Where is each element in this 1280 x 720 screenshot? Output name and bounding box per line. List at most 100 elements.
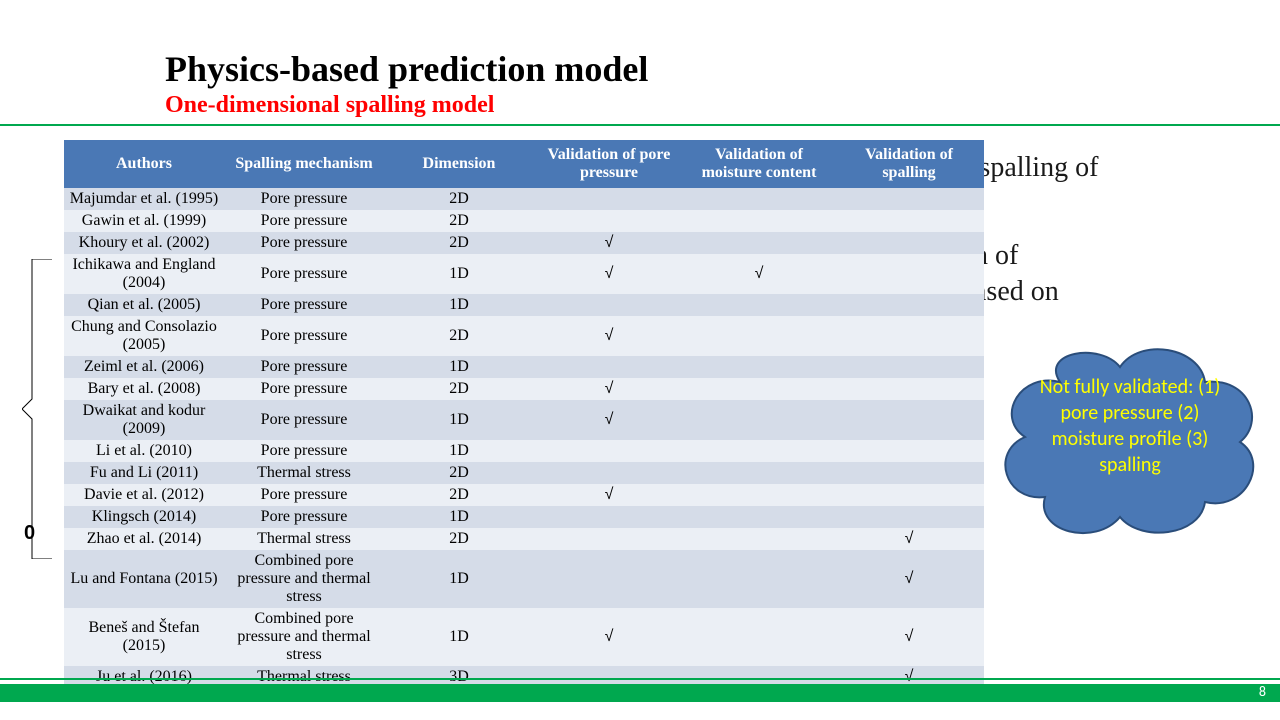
cell-dimension: 2D [384, 232, 534, 254]
cell-vmc [684, 484, 834, 506]
table-header-row: Authors Spalling mechanism Dimension Val… [64, 140, 984, 188]
cell-vpp [534, 462, 684, 484]
cell-vpp: √ [534, 400, 684, 440]
cell-vs [834, 188, 984, 210]
cell-authors: Gawin et al. (1999) [64, 210, 224, 232]
cell-vmc [684, 440, 834, 462]
cell-authors: Lu and Fontana (2015) [64, 550, 224, 608]
cell-vmc [684, 608, 834, 666]
cell-mechanism: Pore pressure [224, 378, 384, 400]
table-row: Zeiml et al. (2006)Pore pressure1D [64, 356, 984, 378]
cell-vs [834, 316, 984, 356]
cell-vpp: √ [534, 316, 684, 356]
cell-mechanism: Pore pressure [224, 484, 384, 506]
cell-authors: Bary et al. (2008) [64, 378, 224, 400]
cell-dimension: 1D [384, 400, 534, 440]
cell-vpp: √ [534, 254, 684, 294]
cell-vpp [534, 506, 684, 528]
models-table: Authors Spalling mechanism Dimension Val… [64, 140, 984, 688]
slide: Physics-based prediction model One-dimen… [0, 0, 1280, 720]
table-row: Khoury et al. (2002)Pore pressure2D√ [64, 232, 984, 254]
cell-vmc [684, 188, 834, 210]
table-row: Ichikawa and England (2004)Pore pressure… [64, 254, 984, 294]
cell-dimension: 2D [384, 528, 534, 550]
th-mechanism: Spalling mechanism [224, 140, 384, 188]
cell-vpp [534, 440, 684, 462]
cell-vs [834, 378, 984, 400]
cell-vs: √ [834, 550, 984, 608]
table-row: Zhao et al. (2014)Thermal stress2D √ [64, 528, 984, 550]
table-row: Fu and Li (2011)Thermal stress2D [64, 462, 984, 484]
cell-mechanism: Pore pressure [224, 210, 384, 232]
cell-authors: Zhao et al. (2014) [64, 528, 224, 550]
cell-dimension: 1D [384, 356, 534, 378]
table-row: Majumdar et al. (1995)Pore pressure2D [64, 188, 984, 210]
cell-authors: Majumdar et al. (1995) [64, 188, 224, 210]
cell-authors: Khoury et al. (2002) [64, 232, 224, 254]
cell-authors: Chung and Consolazio (2005) [64, 316, 224, 356]
cell-authors: Dwaikat and kodur (2009) [64, 400, 224, 440]
cell-dimension: 1D [384, 608, 534, 666]
models-table-wrap: Authors Spalling mechanism Dimension Val… [64, 140, 984, 688]
cell-authors: Ichikawa and England (2004) [64, 254, 224, 294]
cell-mechanism: Pore pressure [224, 316, 384, 356]
callout-text: Not fully validated: (1) pore pressure (… [1030, 374, 1230, 478]
cell-authors: Beneš and Štefan (2015) [64, 608, 224, 666]
title-rule [0, 124, 1280, 126]
cell-vmc [684, 506, 834, 528]
cell-vpp: √ [534, 378, 684, 400]
table-row: Chung and Consolazio (2005)Pore pressure… [64, 316, 984, 356]
cell-vpp [534, 356, 684, 378]
cell-vpp [534, 294, 684, 316]
th-vpp: Validation of pore pressure [534, 140, 684, 188]
cell-authors: Qian et al. (2005) [64, 294, 224, 316]
cell-vpp: √ [534, 232, 684, 254]
cell-vs [834, 294, 984, 316]
cell-vmc [684, 232, 834, 254]
cell-mechanism: Pore pressure [224, 356, 384, 378]
cell-dimension: 1D [384, 254, 534, 294]
bracket-icon [22, 259, 52, 559]
cell-dimension: 2D [384, 378, 534, 400]
table-row: Qian et al. (2005)Pore pressure1D [64, 294, 984, 316]
cell-mechanism: Pore pressure [224, 254, 384, 294]
cell-vs [834, 484, 984, 506]
cell-vs [834, 462, 984, 484]
cell-dimension: 2D [384, 210, 534, 232]
cell-mechanism: Pore pressure [224, 506, 384, 528]
cell-mechanism: Thermal stress [224, 462, 384, 484]
page-number: 8 [1259, 683, 1266, 700]
cell-authors: Zeiml et al. (2006) [64, 356, 224, 378]
cell-vs [834, 440, 984, 462]
cell-vs: √ [834, 608, 984, 666]
page-title: Physics-based prediction model [165, 48, 648, 90]
table-row: Li et al. (2010)Pore pressure1D [64, 440, 984, 462]
table-row: Lu and Fontana (2015)Combined pore press… [64, 550, 984, 608]
cell-vmc [684, 294, 834, 316]
cell-vmc [684, 378, 834, 400]
table-row: Beneš and Štefan (2015)Combined pore pre… [64, 608, 984, 666]
footer-bar [0, 684, 1280, 702]
cell-mechanism: Thermal stress [224, 528, 384, 550]
cell-vpp [534, 210, 684, 232]
cell-vmc [684, 400, 834, 440]
cell-dimension: 1D [384, 550, 534, 608]
cell-dimension: 1D [384, 506, 534, 528]
cell-authors: Davie et al. (2012) [64, 484, 224, 506]
cell-vs: √ [834, 528, 984, 550]
cell-mechanism: Pore pressure [224, 188, 384, 210]
cell-dimension: 2D [384, 484, 534, 506]
table-row: Klingsch (2014)Pore pressure1D [64, 506, 984, 528]
cell-vmc [684, 462, 834, 484]
table-row: Bary et al. (2008)Pore pressure2D√ [64, 378, 984, 400]
cell-vpp: √ [534, 484, 684, 506]
cell-authors: Klingsch (2014) [64, 506, 224, 528]
table-row: Davie et al. (2012)Pore pressure2D√ [64, 484, 984, 506]
cell-vmc: √ [684, 254, 834, 294]
cell-vs [834, 506, 984, 528]
cell-vmc [684, 550, 834, 608]
cell-vs [834, 356, 984, 378]
cell-dimension: 1D [384, 440, 534, 462]
cell-vs [834, 210, 984, 232]
cell-mechanism: Pore pressure [224, 294, 384, 316]
